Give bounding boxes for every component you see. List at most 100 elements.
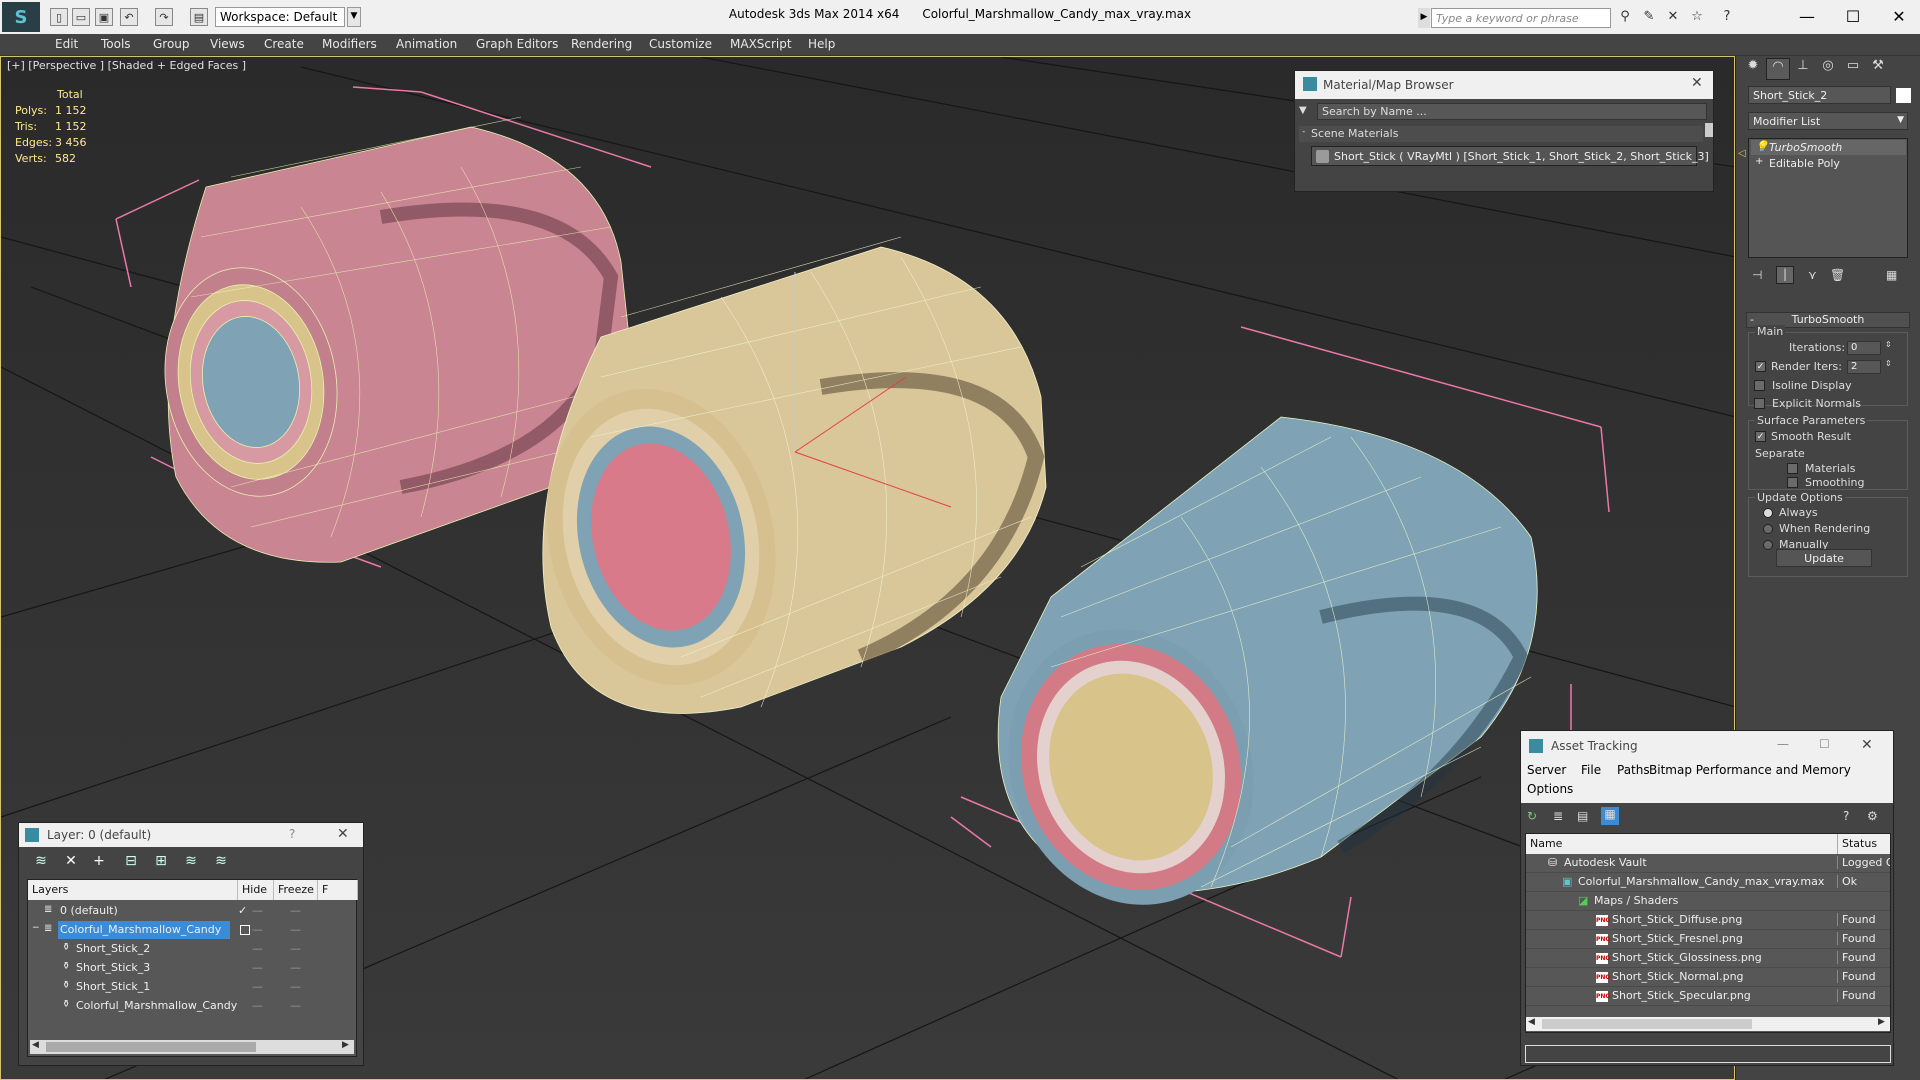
- favorites-star-icon[interactable]: ☆: [1688, 9, 1706, 27]
- hierarchy-tab-icon[interactable]: ⊥: [1791, 58, 1815, 80]
- update-button[interactable]: Update: [1776, 549, 1872, 567]
- stack-item-turbosmooth[interactable]: 💡 TurboSmooth: [1751, 140, 1906, 155]
- scroll-thumb[interactable]: [1542, 1019, 1752, 1029]
- asset-row[interactable]: PNG Short_Stick_Fresnel.png Found: [1526, 930, 1890, 949]
- menu-graph-editors[interactable]: Graph Editors: [476, 34, 558, 56]
- material-item-short-stick[interactable]: Short_Stick ( VRayMtl ) [Short_Stick_1, …: [1311, 146, 1709, 166]
- layer-object-row[interactable]: ⚱ Short_Stick_2 — —: [28, 940, 356, 959]
- collapse-icon[interactable]: −: [32, 923, 40, 933]
- render-iters-checkbox[interactable]: ✓: [1755, 361, 1766, 372]
- asset-tracking-titlebar[interactable]: Asset Tracking — ☐ ✕: [1521, 731, 1893, 761]
- maximize-icon[interactable]: ☐: [1819, 737, 1830, 751]
- material-browser-close-icon[interactable]: ✕: [1691, 75, 1703, 91]
- select-layers-icon[interactable]: ⊞: [151, 853, 171, 873]
- menu-paths[interactable]: Paths: [1617, 763, 1650, 781]
- asset-horizontal-scrollbar[interactable]: ◀ ▶: [1526, 1017, 1890, 1031]
- show-end-result-icon[interactable]: |: [1776, 266, 1794, 284]
- undo-icon[interactable]: ↶: [120, 8, 138, 26]
- expand-plus-icon[interactable]: +: [1755, 156, 1763, 167]
- workspace-dropdown[interactable]: Workspace: Default: [215, 7, 345, 27]
- close-button[interactable]: ✕: [1876, 0, 1920, 32]
- create-tab-icon[interactable]: ✹: [1741, 58, 1765, 80]
- spinner-arrows-icon[interactable]: ⇕: [1885, 340, 1892, 349]
- remove-modifier-icon[interactable]: 🗑: [1830, 268, 1845, 282]
- new-file-icon[interactable]: ▯: [50, 8, 68, 26]
- communication-center-icon[interactable]: ✎: [1640, 9, 1658, 27]
- layer-object-row[interactable]: ⚱ Colorful_Marshmallow_Candy — —: [28, 997, 356, 1016]
- table-view-icon[interactable]: ▦: [1601, 807, 1619, 825]
- menu-server[interactable]: Server: [1527, 763, 1566, 781]
- menu-create[interactable]: Create: [264, 34, 304, 56]
- maximize-button[interactable]: ☐: [1830, 0, 1876, 32]
- settings-icon[interactable]: ⚙: [1867, 809, 1878, 823]
- refresh-icon[interactable]: ↻: [1527, 809, 1537, 823]
- redo-icon[interactable]: ↷: [155, 8, 173, 26]
- menu-modifiers[interactable]: Modifiers: [322, 34, 377, 56]
- utilities-tab-icon[interactable]: ⚒: [1866, 58, 1890, 80]
- object-name-field[interactable]: Short_Stick_2: [1748, 86, 1891, 104]
- menu-rendering[interactable]: Rendering: [571, 34, 632, 56]
- open-file-icon[interactable]: ▭: [72, 8, 90, 26]
- thumbnail-view-icon[interactable]: ▤: [1577, 809, 1588, 823]
- render-column-header[interactable]: F: [318, 880, 358, 900]
- help-icon[interactable]: ?: [1718, 9, 1736, 27]
- asset-row[interactable]: PNG Short_Stick_Normal.png Found: [1526, 968, 1890, 987]
- hide-toggle[interactable]: —: [252, 904, 263, 917]
- hide-toggle[interactable]: —: [252, 961, 263, 974]
- layer-panel-titlebar[interactable]: Layer: 0 (default) ? ✕: [19, 823, 363, 847]
- create-layer-icon[interactable]: ≋: [31, 853, 51, 873]
- delete-layer-icon[interactable]: ✕: [61, 853, 81, 873]
- hide-column-header[interactable]: Hide: [238, 880, 274, 900]
- layers-horizontal-scrollbar[interactable]: ◀ ▶: [30, 1040, 354, 1054]
- layer-object-row[interactable]: ⚱ Short_Stick_1 — —: [28, 978, 356, 997]
- select-in-layer-icon[interactable]: ⊟: [121, 853, 141, 873]
- modify-tab-icon[interactable]: ◠: [1766, 58, 1790, 80]
- material-browser-scrollbar[interactable]: [1705, 123, 1713, 137]
- minimize-button[interactable]: —: [1784, 0, 1830, 32]
- hide-all-layers-icon[interactable]: ≋: [181, 853, 201, 873]
- menu-maxscript[interactable]: MAXScript: [730, 34, 792, 56]
- material-browser-titlebar[interactable]: Material/Map Browser ✕: [1295, 71, 1713, 99]
- asset-row[interactable]: ▣ Colorful_Marshmallow_Candy_max_vray.ma…: [1526, 873, 1890, 892]
- render-iters-spinner[interactable]: 2: [1847, 360, 1881, 374]
- menu-tools[interactable]: Tools: [101, 34, 131, 56]
- list-view-icon[interactable]: ≣: [1553, 809, 1563, 823]
- save-file-icon[interactable]: ▣: [95, 8, 113, 26]
- scroll-thumb[interactable]: [46, 1042, 256, 1052]
- freeze-toggle[interactable]: —: [290, 961, 301, 974]
- spinner-arrows-icon[interactable]: ⇕: [1885, 359, 1892, 368]
- menu-animation[interactable]: Animation: [396, 34, 457, 56]
- make-unique-icon[interactable]: ⋎: [1808, 268, 1817, 282]
- explicit-normals-checkbox[interactable]: [1754, 398, 1765, 409]
- help-icon[interactable]: ?: [1843, 809, 1849, 823]
- asset-row[interactable]: PNG Short_Stick_Specular.png Found: [1526, 987, 1890, 1006]
- asset-row[interactable]: ⛁ Autodesk Vault Logged Out: [1526, 854, 1890, 873]
- menu-customize[interactable]: Customize: [649, 34, 712, 56]
- motion-tab-icon[interactable]: ◎: [1816, 58, 1840, 80]
- layer-panel-close-icon[interactable]: ✕: [337, 826, 349, 842]
- layer-row-selected[interactable]: − ≣ Colorful_Marshmallow_Candy — —: [28, 921, 356, 940]
- menu-options[interactable]: Options: [1527, 782, 1573, 800]
- asset-row[interactable]: ◪ Maps / Shaders: [1526, 892, 1890, 911]
- set-current-layer-box-icon[interactable]: [240, 925, 250, 935]
- pin-stack-button-icon[interactable]: ⊣: [1752, 268, 1762, 282]
- app-menu-logo-icon[interactable]: S: [2, 2, 40, 32]
- object-color-swatch[interactable]: [1896, 88, 1911, 103]
- freeze-toggle[interactable]: —: [290, 942, 301, 955]
- viewport-label[interactable]: [+] [Perspective ] [Shaded + Edged Faces…: [7, 59, 246, 72]
- stack-item-editable-poly[interactable]: + Editable Poly: [1751, 156, 1906, 171]
- smoothing-groups-checkbox[interactable]: [1787, 477, 1798, 488]
- filter-menu-icon[interactable]: ▼: [1299, 105, 1307, 116]
- material-search-input[interactable]: Search by Name ...: [1317, 103, 1707, 120]
- scroll-right-icon[interactable]: ▶: [1878, 1017, 1885, 1027]
- asset-row[interactable]: PNG Short_Stick_Diffuse.png Found: [1526, 911, 1890, 930]
- menu-file[interactable]: File: [1581, 763, 1601, 781]
- active-layer-check-icon[interactable]: ✓: [238, 904, 247, 917]
- status-column-header[interactable]: Status: [1837, 834, 1881, 854]
- freeze-toggle[interactable]: —: [290, 980, 301, 993]
- scroll-left-icon[interactable]: ◀: [1528, 1017, 1535, 1027]
- asset-path-field[interactable]: [1525, 1045, 1891, 1063]
- iterations-spinner[interactable]: 0: [1847, 341, 1881, 355]
- menu-bitmap-performance[interactable]: Bitmap Performance and Memory: [1649, 763, 1851, 781]
- asset-tracking-close-icon[interactable]: ✕: [1861, 737, 1873, 753]
